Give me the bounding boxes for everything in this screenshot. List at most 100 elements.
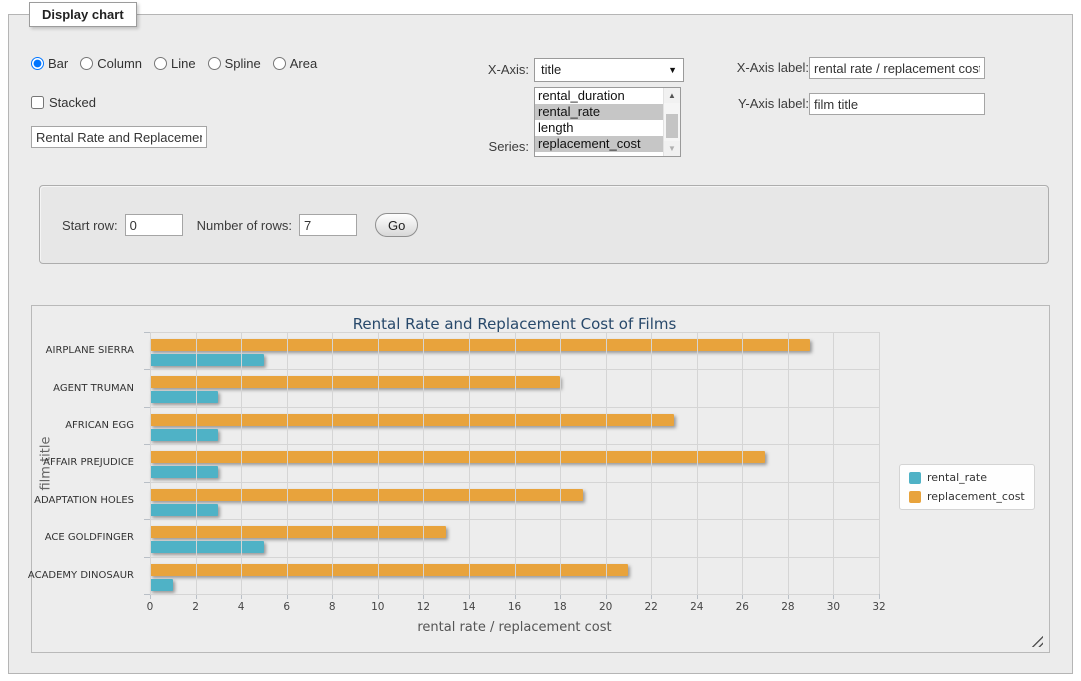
num-rows-input[interactable] bbox=[299, 214, 357, 236]
x-axis-label-input[interactable] bbox=[809, 57, 985, 79]
x-tick-label: 22 bbox=[645, 601, 658, 613]
stacked-checkbox-row[interactable]: Stacked bbox=[31, 95, 96, 110]
gridline bbox=[241, 332, 242, 594]
category-label: ACE GOLDFINGER bbox=[32, 519, 142, 556]
legend-swatch-icon bbox=[909, 491, 921, 503]
y-tick-mark bbox=[144, 369, 150, 370]
chart-type-text: Line bbox=[171, 56, 196, 71]
chart-type-area[interactable]: Area bbox=[273, 56, 317, 71]
category-label: AGENT TRUMAN bbox=[32, 369, 142, 406]
bar-rental_rate[interactable] bbox=[150, 429, 218, 441]
series-label: Series: bbox=[467, 139, 529, 155]
bar-replacement_cost[interactable] bbox=[150, 414, 674, 426]
category-label: ACADEMY DINOSAUR bbox=[32, 557, 142, 594]
bar-rental_rate[interactable] bbox=[150, 354, 264, 366]
bar-rental_rate[interactable] bbox=[150, 466, 218, 478]
x-tick-label: 26 bbox=[736, 601, 749, 613]
scroll-up-icon[interactable]: ▲ bbox=[664, 88, 680, 103]
x-axis-label-label: X-Axis label: bbox=[721, 57, 809, 79]
bar-rental_rate[interactable] bbox=[150, 504, 218, 516]
bar-replacement_cost[interactable] bbox=[150, 526, 446, 538]
x-axis-select[interactable]: title ▼ bbox=[534, 58, 684, 82]
gridline bbox=[651, 332, 652, 594]
gridline bbox=[150, 332, 151, 594]
legend-item-rental_rate[interactable]: rental_rate bbox=[909, 471, 1025, 484]
bar-rental_rate[interactable] bbox=[150, 391, 218, 403]
bar-replacement_cost[interactable] bbox=[150, 489, 583, 501]
x-tick-label: 32 bbox=[872, 601, 885, 613]
chart-title: Rental Rate and Replacement Cost of Film… bbox=[150, 315, 879, 333]
gridline bbox=[515, 332, 516, 594]
y-tick-mark bbox=[144, 332, 150, 333]
series-option-rental_duration[interactable]: rental_duration bbox=[535, 88, 663, 104]
chart-type-line[interactable]: Line bbox=[154, 56, 196, 71]
gridline bbox=[150, 557, 879, 558]
gridline bbox=[788, 332, 789, 594]
y-axis-label-input[interactable] bbox=[809, 93, 985, 115]
chart-x-axis-title: rental rate / replacement cost bbox=[150, 620, 879, 635]
bar-replacement_cost[interactable] bbox=[150, 564, 628, 576]
gridline bbox=[150, 332, 879, 333]
page: Display chart BarColumnLineSplineArea St… bbox=[0, 0, 1081, 681]
bar-rental_rate[interactable] bbox=[150, 541, 264, 553]
x-tick-label: 14 bbox=[462, 601, 475, 613]
scrollbar-thumb[interactable] bbox=[666, 114, 678, 138]
series-option-rental_rate[interactable]: rental_rate bbox=[535, 104, 663, 120]
legend-item-replacement_cost[interactable]: replacement_cost bbox=[909, 490, 1025, 503]
series-listbox[interactable]: rental_durationrental_ratelengthreplacem… bbox=[534, 87, 681, 157]
gridline bbox=[879, 332, 880, 594]
stacked-label: Stacked bbox=[49, 95, 96, 110]
row-controls: Start row: Number of rows: Go bbox=[62, 213, 418, 237]
resize-handle-icon[interactable] bbox=[1031, 635, 1043, 647]
chart: Rental Rate and Replacement Cost of Film… bbox=[31, 305, 1050, 653]
x-tick-labels: 02468101214161820222426283032 bbox=[150, 601, 879, 615]
gridline bbox=[378, 332, 379, 594]
x-tick-label: 4 bbox=[238, 601, 245, 613]
bar-replacement_cost[interactable] bbox=[150, 339, 810, 351]
chart-type-bar[interactable]: Bar bbox=[31, 56, 68, 71]
num-rows-label: Number of rows: bbox=[197, 218, 292, 233]
gridline bbox=[742, 332, 743, 594]
x-tick-mark bbox=[879, 594, 880, 599]
chart-type-column[interactable]: Column bbox=[80, 56, 142, 71]
y-tick-mark bbox=[144, 407, 150, 408]
chart-type-text: Spline bbox=[225, 56, 261, 71]
series-scrollbar[interactable]: ▲ ▼ bbox=[663, 88, 680, 156]
gridline bbox=[560, 332, 561, 594]
chart-type-radios: Bar Column Line Spline Area bbox=[31, 56, 317, 71]
x-axis-selected-value: title bbox=[541, 59, 561, 81]
x-tick-label: 8 bbox=[329, 601, 336, 613]
chart-title-input[interactable] bbox=[31, 126, 207, 148]
y-tick-mark bbox=[144, 444, 150, 445]
chart-type-radio[interactable] bbox=[154, 57, 167, 70]
y-tick-mark bbox=[144, 482, 150, 483]
go-button[interactable]: Go bbox=[375, 213, 418, 237]
chart-type-radio[interactable] bbox=[273, 57, 286, 70]
chart-type-radio[interactable] bbox=[80, 57, 93, 70]
start-row-input[interactable] bbox=[125, 214, 183, 236]
chart-type-text: Area bbox=[290, 56, 317, 71]
series-option-length[interactable]: length bbox=[535, 120, 663, 136]
category-labels: AIRPLANE SIERRAAGENT TRUMANAFRICAN EGGAF… bbox=[32, 332, 142, 594]
chart-type-radio[interactable] bbox=[208, 57, 221, 70]
gridline bbox=[606, 332, 607, 594]
x-tick-label: 30 bbox=[827, 601, 840, 613]
gridline bbox=[833, 332, 834, 594]
x-tick-label: 20 bbox=[599, 601, 612, 613]
chart-type-spline[interactable]: Spline bbox=[208, 56, 261, 71]
stacked-checkbox[interactable] bbox=[31, 96, 44, 109]
bar-replacement_cost[interactable] bbox=[150, 376, 560, 388]
category-label: AFFAIR PREJUDICE bbox=[32, 444, 142, 481]
x-tick-label: 24 bbox=[690, 601, 703, 613]
gridline bbox=[697, 332, 698, 594]
chart-type-radio[interactable] bbox=[31, 57, 44, 70]
scroll-down-icon[interactable]: ▼ bbox=[664, 141, 680, 156]
display-chart-fieldset: Display chart BarColumnLineSplineArea St… bbox=[8, 14, 1073, 674]
x-tick-label: 10 bbox=[371, 601, 384, 613]
x-tick-label: 6 bbox=[283, 601, 290, 613]
series-option-replacement_cost[interactable]: replacement_cost bbox=[535, 136, 663, 152]
bar-rental_rate[interactable] bbox=[150, 579, 173, 591]
bar-replacement_cost[interactable] bbox=[150, 451, 765, 463]
gridline bbox=[287, 332, 288, 594]
x-tick-label: 2 bbox=[192, 601, 199, 613]
